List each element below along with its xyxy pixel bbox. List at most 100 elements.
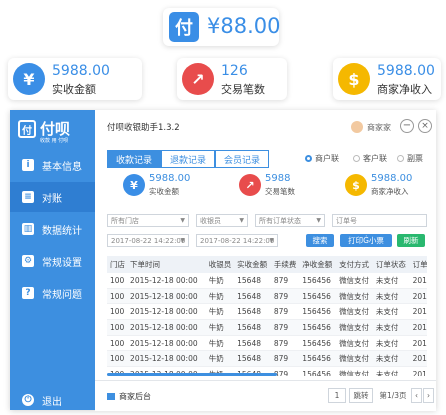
table-cell: 牛奶 [205,288,235,305]
sidebar-item-settings[interactable]: ⚙ 常规设置 [10,246,95,276]
page-number-input[interactable]: 1 [328,388,346,403]
monitor-icon [107,393,115,400]
sidebar-item-label: 基本信息 [42,161,82,173]
tab-refund-records[interactable]: 退款记录 [161,150,215,168]
jump-button[interactable]: 跳转 [349,388,373,403]
table-row[interactable]: 1002015-12-18 00:00牛奶15648879156456微信支付未… [107,335,427,352]
radio-label: 客户联 [363,154,387,163]
sidebar-item-basic-info[interactable]: i 基本信息 [10,150,95,180]
table-cell: 2016. [409,350,427,368]
table-cell: 15648 [234,303,271,321]
table-cell: 15648 [234,335,271,352]
sidebar-item-reconciliation[interactable]: ≡ 对账 [10,182,95,212]
table-cell: 879 [270,303,300,321]
table-row[interactable]: 1002015-12-18 00:00牛奶15648879156456微信支付未… [107,319,427,336]
logout-button[interactable]: ⏻ 退出 [10,385,95,415]
input-placeholder: 订单号 [336,216,357,225]
order-number-input[interactable]: 订单号 [332,214,427,227]
user-name[interactable]: 商家家 [367,122,391,133]
app-logo-slogan: 收款 用 付呗 [40,138,69,144]
stat-net-income: $ 5988.00 商家净收入 [345,173,435,200]
select-value: 2017-08-22 14:22:00 [111,236,186,245]
table-cell: 未支付 [372,335,410,352]
table-cell: 未支付 [372,366,410,376]
table-cell: 微信支付 [336,273,373,289]
table-row[interactable]: 1002015-12-18 00:00牛奶15648879156456微信支付未… [107,350,427,368]
table-header-row: 门店 下单时间 收银员 实收金额 手续费 净收金额 支付方式 订单状态 订单 [107,256,427,273]
table-cell: 2015-12-18 00:00 [127,335,206,352]
table-cell: 2016. [409,319,427,336]
sidebar-item-faq[interactable]: ? 常规问题 [10,278,95,308]
table-cell: 156456 [299,303,337,321]
fubei-logo-icon: 付 [18,120,36,138]
table-cell: 156456 [299,288,337,305]
chevron-down-icon: ▼ [239,217,244,224]
table-cell: 879 [270,288,300,305]
backend-link[interactable]: 商家后台 [107,391,151,402]
window-title: 付呗收银助手1.3.2 [107,123,180,133]
horizontal-scrollbar[interactable] [107,373,277,376]
table-cell: 15648 [234,350,271,368]
table-row[interactable]: 1002015-12-18 00:00牛奶15648879156456微信支付未… [107,273,427,289]
avatar[interactable] [351,121,363,133]
table-cell: 156456 [299,273,337,289]
stat-received: ¥ 5988.00 实收金额 [123,173,213,200]
table-cell: 未支付 [372,273,410,289]
table-cell: 156456 [299,335,337,352]
order-status-select[interactable]: 所有订单状态 ▼ [255,214,325,227]
print-receipt-button[interactable]: 打印Ġ小票 [340,234,392,247]
content-panel: 收款记录 退款记录 会员记录 商户联 客户联 副票 ¥ 5988.00 实收金额… [95,144,436,380]
search-button[interactable]: 搜索 [306,234,334,247]
ledger-icon: ≡ [22,191,34,203]
table-body: 100 2015-12-18 00:00 牛奶 15648 879 156456 微信支付未… [107,273,427,376]
store-select[interactable]: 所有门店 ▼ [107,214,189,227]
table-cell: 2015-12-18 00:00 [127,350,206,368]
select-value: 2017-08-22 14:22:00 [200,236,275,245]
table-cell: 牛奶 [205,273,235,289]
stat-value: 5988.00 [371,173,413,184]
app-logo: 付 付呗 收款 用 付呗 [18,118,88,144]
table-cell: 2015-12-18 00:00 [127,273,206,289]
backend-link-label: 商家后台 [119,392,151,401]
info-icon: i [22,159,34,171]
prev-page-icon[interactable]: ‹ [411,388,422,403]
summary-label: 商家净收入 [377,83,432,96]
column-header: 净收金额 [299,256,337,273]
moneybag-icon: $ [345,174,367,196]
table-row[interactable]: 1002015-12-18 00:00牛奶15648879156456微信支付未… [107,288,427,305]
table-cell: 100 [107,303,128,321]
cashier-select[interactable]: 收银员 ▼ [196,214,248,227]
stat-transactions: ↗ 5988 交易笔数 [239,173,319,200]
next-page-icon[interactable]: › [423,388,434,403]
radio-stub[interactable]: 副票 [397,153,423,164]
table-cell: 100 [107,319,128,336]
column-header: 订单状态 [372,256,410,273]
question-icon: ? [22,287,34,299]
summary-value: 5988.00 [377,63,435,79]
column-header: 下单时间 [127,256,206,273]
end-date-select[interactable]: 2017-08-22 14:22:00 ▼ [196,234,278,247]
yen-icon: ¥ [123,174,145,196]
table-cell: 15648 [234,273,271,289]
summary-value: 126 [221,63,248,79]
table-cell: 未支付 [372,303,410,321]
fubei-logo-icon: 付 [169,12,199,42]
table-cell: 100 [107,335,128,352]
tab-member-records[interactable]: 会员记录 [215,150,269,168]
radio-customer-copy[interactable]: 客户联 [353,153,387,164]
chart-icon: ↗ [182,63,214,95]
table-cell: 100 [107,273,128,289]
sidebar-item-statistics[interactable]: ▥ 数据统计 [10,214,95,244]
tab-payment-records[interactable]: 收款记录 [107,150,161,168]
refresh-button[interactable]: 刷新 [397,234,425,247]
radio-unchecked-icon [353,155,360,162]
radio-merchant-copy[interactable]: 商户联 [305,153,339,164]
close-icon[interactable]: × [418,119,432,133]
table-cell: 2015-12-18 00:00 [127,319,206,336]
table-cell: 15648 [234,288,271,305]
start-date-select[interactable]: 2017-08-22 14:22:00 ▼ [107,234,189,247]
gear-icon: ⚙ [22,255,34,267]
table-row[interactable]: 1002015-12-18 00:00牛奶15648879156456微信支付未… [107,303,427,321]
main-area: 付呗收银助手1.3.2 商家家 − × 收款记录 退款记录 会员记录 商户联 客… [95,110,436,411]
minimize-icon[interactable]: − [400,119,414,133]
